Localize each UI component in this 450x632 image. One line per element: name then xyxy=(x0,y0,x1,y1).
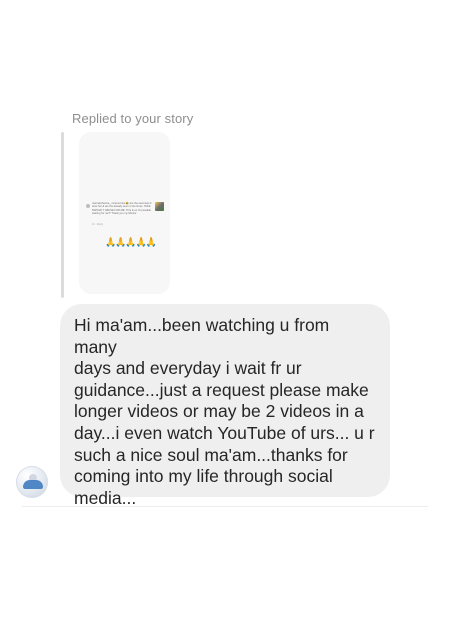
message-text: Hi ma'am...been watching u from many day… xyxy=(74,315,375,508)
message-divider xyxy=(22,506,428,507)
story-preview-meta: 1h · Reply xyxy=(92,223,103,226)
message-bubble[interactable]: Hi ma'am...been watching u from many day… xyxy=(60,304,390,508)
avatar-body-shape xyxy=(23,480,43,489)
reply-quote-bar xyxy=(61,132,64,298)
story-preview-avatar-icon xyxy=(86,204,90,208)
story-preview-text: marnaksharma_ curious kiss 😂 are the exe… xyxy=(92,202,152,215)
sender-avatar-icon[interactable] xyxy=(16,466,48,498)
story-preview-emojis: 🙏🙏🙏🙏🙏 xyxy=(105,237,157,247)
story-preview-thumbnail xyxy=(155,202,164,211)
story-reply-label: Replied to your story xyxy=(72,111,194,126)
story-preview[interactable]: marnaksharma_ curious kiss 😂 are the exe… xyxy=(79,132,170,294)
